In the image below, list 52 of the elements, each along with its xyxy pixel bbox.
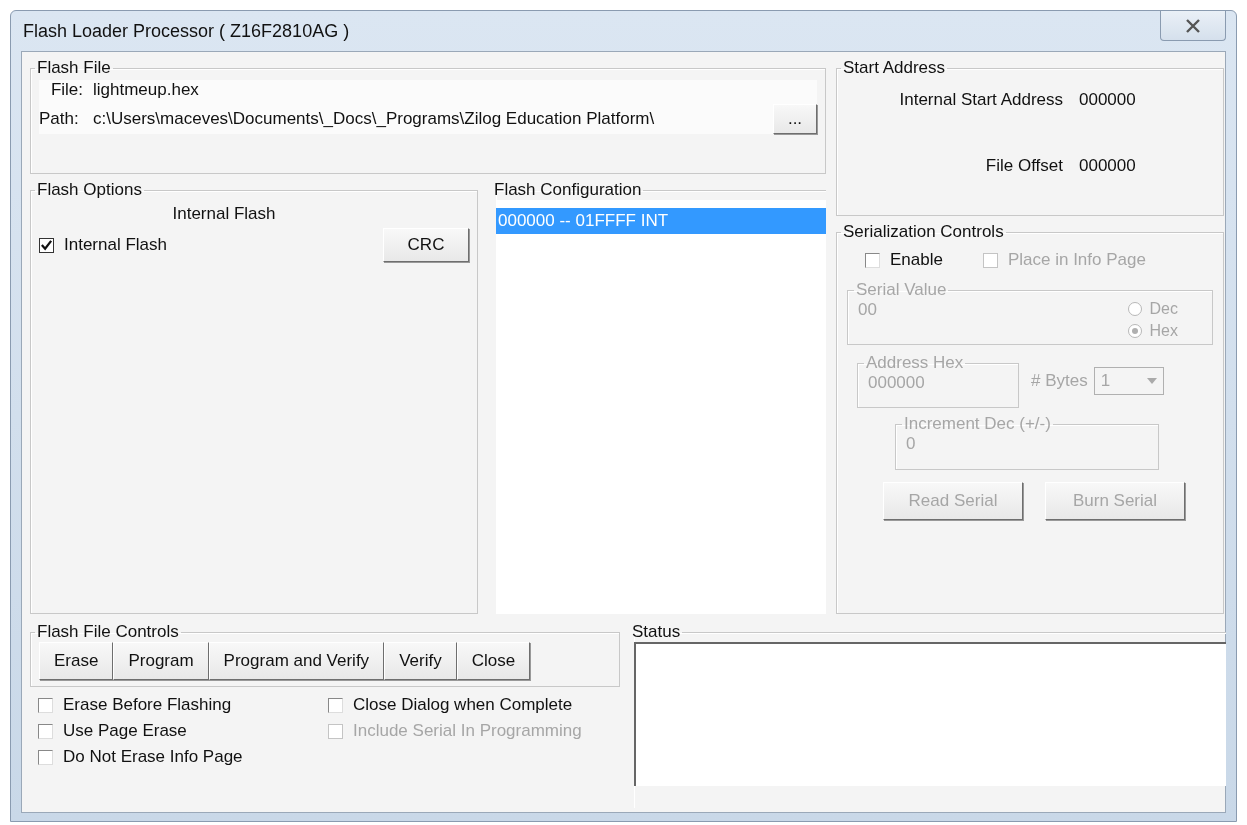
group-title: Address Hex [865, 353, 965, 373]
group-title: Flash File [36, 58, 112, 78]
group-title: Flash Options [36, 180, 143, 200]
serial-value: 00 [858, 300, 877, 321]
address-value: 000000 [1078, 156, 1137, 176]
group-title: Flash File Controls [36, 622, 180, 642]
radio-label: Dec [1149, 300, 1178, 318]
action-button[interactable]: Close [456, 642, 531, 680]
section-label: Internal Flash [171, 204, 277, 224]
checkbox-label: Close Dialog when Complete [353, 695, 573, 715]
crc-button[interactable]: CRC [383, 228, 469, 262]
group-title: Increment Dec (+/-) [903, 414, 1052, 434]
caret-icon [1146, 377, 1157, 384]
address-value: 000000 [1078, 90, 1137, 110]
radio-button[interactable] [1127, 324, 1142, 338]
action-button[interactable]: Program and Verify [208, 642, 385, 680]
path-label: Path: [39, 109, 80, 129]
checkbox-label: Use Page Erase [63, 721, 187, 741]
checkbox-label: Enable [890, 250, 943, 270]
action-button[interactable]: Program [113, 642, 209, 680]
file-name: lightmeup.hex [93, 80, 200, 100]
group-title: Serialization Controls [842, 222, 1005, 242]
increment-value: 0 [906, 434, 916, 453]
close-button[interactable] [1160, 11, 1226, 41]
field-label: # Bytes [1031, 370, 1088, 391]
group-title: Status [631, 622, 682, 642]
group-title: Start Address [842, 58, 947, 78]
radio-button[interactable] [1127, 302, 1142, 316]
checkbox[interactable] [39, 237, 54, 253]
radio-label: Hex [1149, 322, 1178, 340]
action-button[interactable]: Erase [39, 642, 114, 680]
action-button[interactable]: Verify [384, 642, 457, 680]
checkbox[interactable] [38, 697, 53, 713]
close-icon [1184, 18, 1202, 33]
address-value: 000000 [868, 373, 925, 392]
group-title: Flash Configuration [493, 180, 643, 200]
checkbox-label: Include Serial In Programming [353, 721, 582, 741]
field-label: File Offset [985, 156, 1063, 176]
checkbox-label: Erase Before Flashing [63, 695, 232, 715]
browse-button[interactable]: ... [773, 104, 817, 134]
file-path: c:\Users\maceves\Documents\_Docs\_Programs\Zilog Education Platform\ [93, 109, 656, 129]
checkbox-label: Internal Flash [64, 235, 167, 255]
window-title: Flash Loader Processor ( Z16F2810AG ) [22, 20, 350, 42]
checkbox[interactable] [38, 723, 53, 739]
checkbox-label: Place in Info Page [1007, 250, 1146, 270]
checkbox[interactable] [328, 697, 343, 713]
checkbox-label: Do Not Erase Info Page [63, 747, 243, 767]
checkbox[interactable] [865, 252, 880, 268]
field-label: Internal Start Address [899, 90, 1063, 110]
checkbox[interactable] [38, 749, 53, 765]
file-label: File: [50, 80, 83, 100]
group-title: Serial Value [855, 280, 948, 300]
